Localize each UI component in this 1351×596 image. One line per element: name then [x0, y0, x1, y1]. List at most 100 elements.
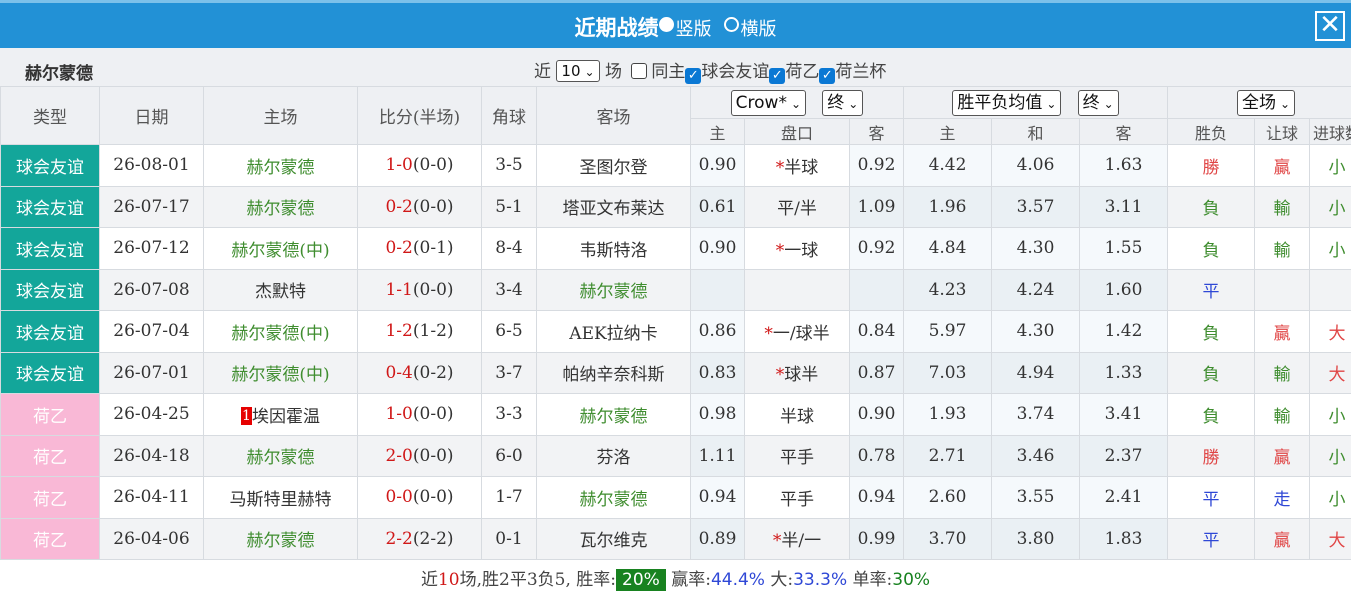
- result-ou-text: 小: [1328, 199, 1346, 220]
- half-score: (1-2): [412, 321, 454, 342]
- home-team: 赫尔蒙德(中): [203, 310, 358, 353]
- club-friendly-checkbox[interactable]: ✓: [685, 68, 702, 84]
- col-res-ou: 进球数: [1309, 118, 1351, 145]
- match-date: 26-04-11: [99, 476, 204, 519]
- eu-draw-odds: 4.94: [991, 351, 1080, 394]
- match-row: 球会友谊 26-08-01 赫尔蒙德 1-0(0-0) 3-5 圣图尔登 0.90 *半球 0.…: [0, 144, 1351, 187]
- result-wl: 平: [1167, 476, 1255, 519]
- ah-away-odds-text: 0.87: [857, 362, 896, 383]
- result-wl: 負: [1167, 227, 1255, 270]
- eu-period-select[interactable]: 终 ⌄: [1077, 89, 1119, 116]
- home-team-text: 埃因霍温: [251, 406, 320, 427]
- title-bar: 近期战绩 竖版 横版 ✕: [0, 0, 1351, 48]
- result-ah: 贏: [1254, 517, 1310, 560]
- summary-text: 平: [509, 570, 527, 590]
- ah-line-text: 半球: [780, 406, 814, 427]
- result-wl-text: 負: [1202, 323, 1220, 344]
- col-ah-away: 客: [849, 118, 904, 145]
- score: 1-1(0-0): [357, 268, 482, 311]
- ah-away-odds: 0.92: [849, 144, 904, 187]
- result-ou-text: 大: [1328, 531, 1346, 552]
- ah-line: 平手: [744, 434, 850, 477]
- same-home-checkbox[interactable]: [631, 63, 648, 79]
- summary-text: 场,胜: [459, 570, 499, 590]
- eredivisie2-checkbox[interactable]: ✓: [769, 68, 786, 84]
- ah-away-odds: 0.78: [849, 434, 904, 477]
- match-date-text: 26-04-18: [113, 445, 190, 466]
- result-wl-text: 負: [1202, 365, 1220, 386]
- result-wl-text: 平: [1202, 282, 1220, 303]
- corner-score-text: 3-7: [495, 362, 523, 383]
- match-type-text: 荷乙: [33, 489, 67, 510]
- ah-line: 平手: [744, 476, 850, 519]
- ah-line-text: 平手: [780, 448, 814, 469]
- match-type: 球会友谊: [0, 310, 100, 353]
- score-text: 0-0: [385, 487, 413, 508]
- summary-wins: 2: [498, 570, 510, 590]
- scope-select[interactable]: 全场 ⌄: [1236, 89, 1296, 116]
- corner-score-text: 6-0: [495, 445, 523, 466]
- rank-badge: 1: [241, 406, 252, 425]
- ah-away-odds-text: 0.94: [857, 487, 896, 508]
- ah-line-text: 一/球半: [772, 323, 830, 344]
- match-date-text: 26-07-12: [113, 238, 190, 259]
- ah-away-odds: 0.90: [849, 393, 904, 436]
- col-corner: 角球: [481, 86, 537, 145]
- half-score: (0-0): [412, 279, 454, 300]
- dutch-cup-label: 荷兰杯: [835, 62, 887, 82]
- score: 2-0(0-0): [357, 434, 482, 477]
- ah-home-odds: 0.83: [690, 351, 745, 394]
- ah-home-odds-text: 0.83: [698, 362, 737, 383]
- ah-star-marker: *: [764, 323, 773, 344]
- away-team: 帕纳辛奈科斯: [536, 351, 691, 394]
- eu-away-odds-text: 1.83: [1104, 528, 1143, 549]
- result-wl: 平: [1167, 517, 1255, 560]
- match-type: 荷乙: [0, 517, 100, 560]
- match-date: 26-07-04: [99, 310, 204, 353]
- eu-away-odds: 3.41: [1079, 393, 1168, 436]
- match-row: 球会友谊 26-07-12 赫尔蒙德(中) 0-2(0-1) 8-4 韦斯特洛 0.90 *一…: [0, 227, 1351, 270]
- score: 1-0(0-0): [357, 144, 482, 187]
- eu-draw-odds: 3.80: [991, 517, 1080, 560]
- horizontal-view-radio[interactable]: [723, 17, 739, 32]
- ah-home-odds-text: 0.89: [698, 528, 737, 549]
- vertical-view-radio[interactable]: [658, 17, 674, 32]
- ah-company-select[interactable]: Crow* ⌄: [730, 89, 807, 116]
- chevron-down-icon: ⌄: [1279, 96, 1291, 111]
- ah-home-odds: 1.11: [690, 434, 745, 477]
- close-icon[interactable]: ✕: [1315, 11, 1345, 41]
- eu-home-odds-text: 3.70: [928, 528, 967, 549]
- same-home-label: 同主: [651, 62, 686, 82]
- away-team-text: 圣图尔登: [579, 157, 648, 178]
- ah-home-odds: [690, 268, 745, 311]
- result-ah: 贏: [1254, 144, 1310, 187]
- odd-rate: 30%: [892, 570, 931, 590]
- corner-score: 6-0: [481, 434, 537, 477]
- eu-away-odds-text: 3.11: [1104, 196, 1143, 217]
- corner-score-text: 3-4: [495, 279, 523, 300]
- eu-away-odds-text: 1.55: [1104, 238, 1143, 259]
- eu-company-select[interactable]: 胜平负均值 ⌄: [952, 89, 1062, 116]
- result-wl: 勝: [1167, 434, 1255, 477]
- summary-text: 赢率:: [665, 570, 711, 590]
- col-eu-away: 客: [1079, 118, 1168, 145]
- summary-draws: 3: [526, 570, 538, 590]
- match-date-text: 26-04-06: [113, 528, 190, 549]
- match-count-select[interactable]: 10 ⌄: [556, 60, 600, 82]
- dutch-cup-checkbox[interactable]: ✓: [819, 68, 836, 84]
- result-ah: 贏: [1254, 310, 1310, 353]
- result-ah: 輸: [1254, 351, 1310, 394]
- horizontal-view-label[interactable]: 横版: [741, 19, 777, 40]
- result-wl: 負: [1167, 351, 1255, 394]
- eu-away-odds-text: 1.42: [1104, 321, 1143, 342]
- result-ou-text: 小: [1328, 157, 1346, 178]
- result-ah-text: 贏: [1273, 323, 1291, 344]
- ah-period-select[interactable]: 终 ⌄: [822, 89, 864, 116]
- vertical-view-label[interactable]: 竖版: [676, 19, 712, 40]
- match-date: 26-07-17: [99, 185, 204, 228]
- ah-home-odds-text: 0.90: [698, 155, 737, 176]
- corner-score-text: 6-5: [495, 321, 523, 342]
- result-ah-text: 輸: [1273, 365, 1291, 386]
- ah-line: 平/半: [744, 185, 850, 228]
- ah-line: *一球: [744, 227, 850, 270]
